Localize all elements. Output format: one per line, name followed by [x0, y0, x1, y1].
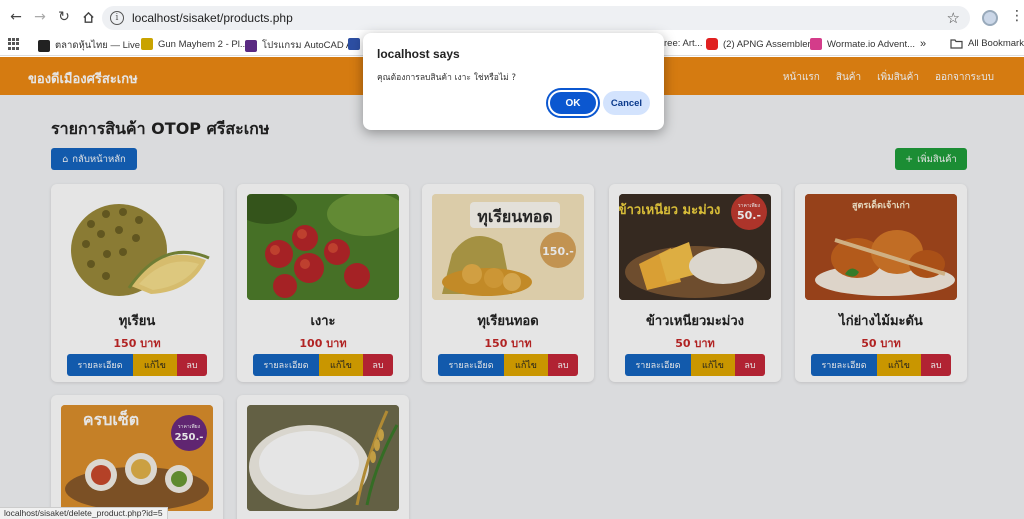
- browser-toolbar: ← → ↻ i localhost/sisaket/products.php ☆…: [0, 0, 1024, 34]
- back-arrow-icon[interactable]: ←: [4, 5, 28, 29]
- site-info-icon[interactable]: i: [110, 11, 124, 25]
- bookmark-favicon-icon: [245, 39, 257, 52]
- status-bar-url: localhost/sisaket/delete_product.php?id=…: [0, 507, 168, 519]
- bookmark-item[interactable]: โปรแกรม AutoCAD A...: [245, 38, 360, 53]
- browser-menu-icon[interactable]: ⋮: [1010, 8, 1024, 24]
- apps-grid-icon[interactable]: [8, 38, 20, 50]
- home-icon[interactable]: [76, 5, 100, 29]
- youtube-icon: [706, 38, 718, 50]
- bookmark-item[interactable]: Wormate.io Advent...: [810, 38, 915, 50]
- confirm-dialog: localhost says คุณต้องการลบสินค้า เงาะ ใ…: [363, 33, 664, 130]
- reload-icon[interactable]: ↻: [52, 5, 76, 29]
- profile-avatar-icon[interactable]: [982, 10, 998, 26]
- bookmark-item[interactable]: ตลาดหุ้นไทย — Live...: [38, 38, 148, 53]
- folder-icon: [950, 39, 963, 49]
- cancel-button[interactable]: Cancel: [603, 91, 650, 115]
- bookmark-favicon-icon: [141, 38, 153, 50]
- forward-arrow-icon[interactable]: →: [28, 5, 52, 29]
- all-bookmarks-button[interactable]: All Bookmarks: [950, 38, 1024, 49]
- more-bookmarks-chevron[interactable]: »: [920, 38, 926, 50]
- dialog-message: คุณต้องการลบสินค้า เงาะ ใช่หรือไม่ ?: [377, 73, 516, 83]
- address-url: localhost/sisaket/products.php: [132, 11, 293, 25]
- bookmark-favicon-icon: [38, 39, 50, 52]
- bookmark-star-icon[interactable]: ☆: [947, 9, 960, 27]
- bookmark-item[interactable]: ree: Art...: [664, 38, 703, 49]
- bookmark-favicon-icon: [348, 38, 360, 50]
- bookmark-favicon-icon: [810, 38, 822, 50]
- dialog-title: localhost says: [377, 47, 460, 61]
- bookmark-item[interactable]: Gun Mayhem 2 - Pl...: [141, 38, 248, 50]
- bookmark-item[interactable]: (2) APNG Assembler...: [706, 38, 818, 50]
- ok-button[interactable]: OK: [548, 90, 598, 116]
- address-bar[interactable]: i localhost/sisaket/products.php ☆: [102, 6, 970, 30]
